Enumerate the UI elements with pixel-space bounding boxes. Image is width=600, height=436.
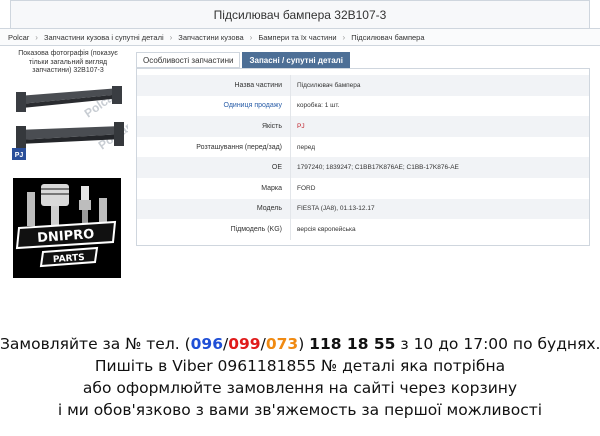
quality-value: PJ [290, 116, 589, 137]
spec-row-sale-unit: Одиниця продажу коробка: 1 шт. [137, 95, 589, 117]
breadcrumb: Polcar › Запчастини кузова і супутні дет… [0, 28, 600, 46]
spec-label: Якість [137, 116, 290, 137]
spec-panel: Назва частини Підсилювач бампера Одиниця… [136, 68, 590, 246]
part-photo[interactable]: Polcar Polcar PJ [10, 78, 134, 164]
spec-label: Підмодель (KG) [230, 225, 282, 233]
breadcrumb-item-body-parts[interactable]: Запчастини кузова [178, 33, 243, 42]
spec-label: Марка [261, 184, 282, 192]
spec-row-submodel: Підмодель (KG) версія європейська [137, 219, 589, 240]
breadcrumb-item-polcar[interactable]: Polcar [8, 33, 29, 42]
breadcrumb-separator: › [342, 32, 346, 42]
spec-row-position: Розташування (перед/зад) перед [137, 136, 589, 158]
tab-related-parts[interactable]: Запасні / супутні деталі [242, 52, 350, 68]
spec-value: FORD [290, 177, 589, 199]
page-title: Підсилювач бампера 32B107-3 [10, 0, 590, 28]
spec-value: версія європейська [290, 219, 589, 240]
spec-value: перед [290, 136, 589, 158]
breadcrumb-item-body-parts-accessories[interactable]: Запчастини кузова і супутні деталі [44, 33, 164, 42]
contact-viber-line: Пишіть в Viber 0961181855 № деталі яка п… [94, 357, 506, 375]
spec-row-model: Модель FIESTA (JA8), 01.13-12.17 [137, 198, 589, 220]
spec-label: Розташування (перед/зад) [196, 143, 282, 151]
contact-text: Замовляйте за № тел. ( [0, 335, 191, 353]
bumper-reinforcement-image: Polcar Polcar PJ [12, 86, 134, 160]
contact-phone-line: Замовляйте за № тел. (096/099/073) 118 1… [0, 335, 600, 353]
tab-bar: Особливості запчастини Запасні / супутні… [136, 52, 350, 68]
breadcrumb-separator: › [169, 32, 173, 42]
breadcrumb-item-bumper-reinforcement[interactable]: Підсилювач бампера [351, 33, 424, 42]
spec-row-make: Марка FORD [137, 177, 589, 199]
spec-row-quality: Якість PJ [137, 116, 589, 137]
spark-plug-top [81, 186, 89, 200]
contact-text: ) [298, 335, 310, 353]
spec-label: Назва частини [137, 75, 290, 96]
breadcrumb-separator: › [249, 32, 253, 42]
breadcrumb-item-bumpers[interactable]: Бампери та їх частини [258, 33, 336, 42]
piston-ring [41, 188, 69, 190]
phone-number: 118 18 55 [309, 335, 396, 353]
spec-value: 1797240; 1839247; C1BB17K876AE; C1BB-17K… [290, 157, 589, 178]
beam-upper-mount-left [16, 92, 26, 112]
shock-absorber [27, 192, 35, 226]
photo-caption: Показова фотографія (показує тільки зага… [18, 50, 118, 74]
phone-code-096: 096 [190, 335, 223, 353]
spec-row-name: Назва частини Підсилювач бампера [137, 75, 589, 96]
breadcrumb-separator: › [35, 32, 38, 42]
spec-value: коробка: 1 шт. [290, 95, 589, 117]
contact-cart-line: або оформлюйте замовлення на сайті через… [82, 379, 518, 397]
sale-unit-link[interactable]: Одиниця продажу [137, 96, 290, 117]
contact-callback-line: і ми обов'язково з вами зв'яжемость за п… [57, 401, 543, 419]
spec-label: Модель [137, 198, 290, 220]
beam-lower-mount-right [114, 122, 124, 146]
tab-part-features[interactable]: Особливості запчастини [136, 52, 241, 68]
beam-upper-mount-right [112, 86, 122, 104]
spec-value: Підсилювач бампера [290, 75, 589, 96]
spec-value: FIESTA (JA8), 01.13-12.17 [290, 198, 589, 220]
spec-table: Назва частини Підсилювач бампера Одиниця… [137, 75, 589, 240]
spark-plug-nut [79, 200, 91, 210]
logo-icon: DNIPRO PARTS [15, 184, 117, 268]
contact-hours: з 10 до 17:00 по буднях. [395, 335, 600, 353]
quality-badge-label: PJ [15, 152, 24, 159]
piston-ring [41, 193, 69, 195]
phone-code-099: 099 [228, 335, 261, 353]
beam-lower-mount-left [16, 126, 26, 150]
dnipro-parts-logo: DNIPRO PARTS [13, 178, 121, 278]
spec-label: OE [137, 157, 290, 178]
phone-code-073: 073 [265, 335, 299, 353]
spec-row-oe: OE 1797240; 1839247; C1BB17K876AE; C1BB-… [137, 157, 589, 178]
